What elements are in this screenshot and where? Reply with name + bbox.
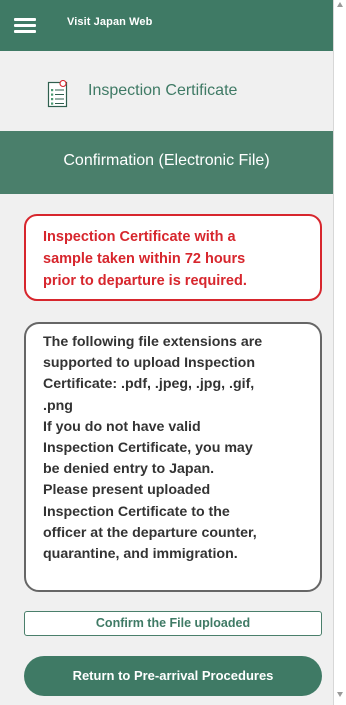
page-title: Inspection Certificate (88, 82, 238, 99)
section-header: Confirmation (Electronic File) (0, 131, 333, 194)
confirm-file-uploaded-button[interactable]: Confirm the File uploaded (24, 611, 322, 636)
scroll-down-arrow-icon[interactable] (337, 692, 343, 697)
section-title: Confirmation (Electronic File) (63, 152, 270, 169)
alert-line: prior to departure is required. (43, 273, 247, 289)
info-line: officer at the departure counter, (43, 524, 257, 541)
page-header: Inspection Certificate (0, 51, 333, 131)
alert-line: Inspection Certificate with a (43, 229, 236, 245)
scroll-up-arrow-icon[interactable] (337, 2, 343, 7)
info-line: Inspection Certificate to the (43, 503, 230, 520)
return-to-pre-arrival-button[interactable]: Return to Pre-arrival Procedures (24, 656, 322, 696)
info-line: .png (43, 397, 73, 414)
info-line: If you do not have valid (43, 418, 201, 435)
info-line: be denied entry to Japan. (43, 461, 215, 478)
alert-line: sample taken within 72 hours (43, 251, 246, 267)
vertical-scrollbar[interactable] (334, 0, 346, 705)
info-line: supported to upload Inspection (43, 355, 256, 372)
top-navigation-bar: Visit Japan Web (0, 0, 333, 51)
info-line: The following file extensions are (43, 334, 263, 350)
app-window: Visit Japan Web Inspection Certificate C… (0, 0, 334, 705)
document-checklist-icon (47, 80, 68, 108)
info-line: quarantine, and immigration. (43, 546, 238, 563)
file-info-notice: The following file extensions are suppor… (24, 322, 322, 592)
info-line: Inspection Certificate, you may (43, 440, 253, 457)
hamburger-menu-icon[interactable] (14, 18, 36, 34)
brand-name[interactable]: Visit Japan Web (67, 16, 152, 28)
info-line: Certificate: .pdf, .jpeg, .jpg, .gif, (43, 376, 255, 393)
requirement-alert: Inspection Certificate with a sample tak… (24, 214, 322, 301)
info-line: Please present uploaded (43, 482, 211, 499)
